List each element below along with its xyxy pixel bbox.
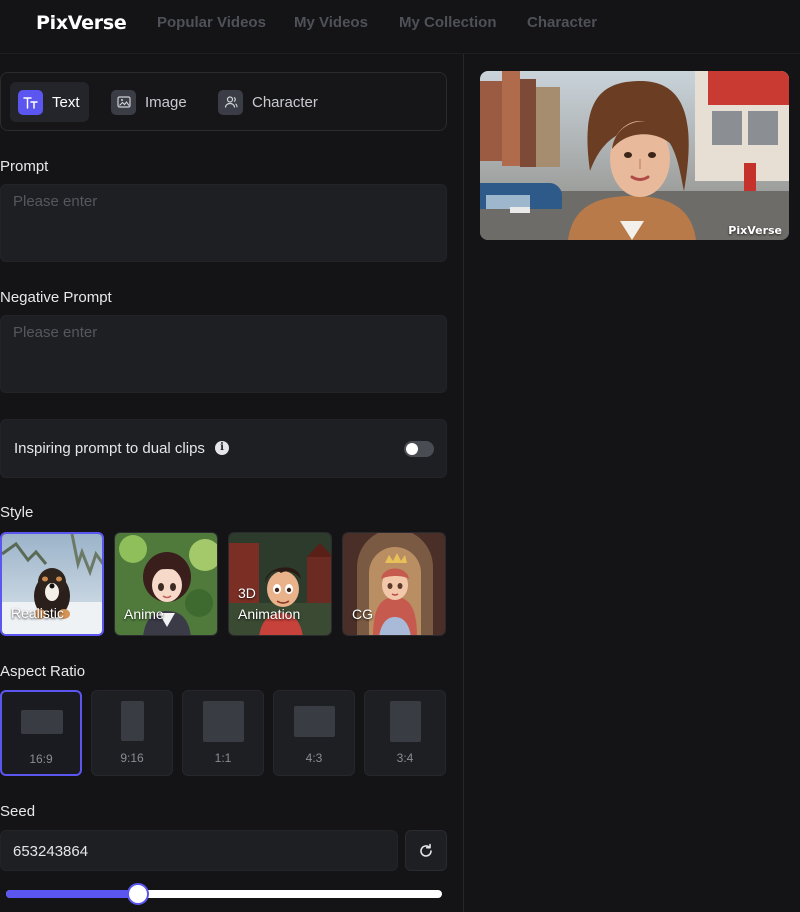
- style-card-label: CG: [352, 606, 373, 622]
- image-icon: [111, 89, 136, 115]
- pixverse-logo[interactable]: PixVerse: [36, 12, 127, 34]
- ratio-shape: [294, 706, 335, 737]
- nav-popular-videos[interactable]: Popular Videos: [157, 14, 266, 31]
- aspect-ratio-label: Aspect Ratio: [0, 663, 86, 680]
- inspiring-prompt-label: Inspiring prompt to dual clips: [14, 440, 205, 457]
- aspect-ratio-3-4[interactable]: 3:4: [364, 690, 446, 776]
- seed-slider-fill: [6, 890, 139, 898]
- aspect-ratio-1-1[interactable]: 1:1: [182, 690, 264, 776]
- style-card-label: Realistic: [11, 605, 64, 621]
- ratio-label: 1:1: [214, 751, 232, 765]
- negative-prompt-input[interactable]: Please enter: [0, 315, 447, 393]
- mode-tab-label: Character: [252, 93, 318, 111]
- pixverse-watermark: PixVerse: [728, 224, 782, 237]
- aspect-ratio-9-16[interactable]: 9:16: [91, 690, 173, 776]
- refresh-icon: [420, 843, 432, 857]
- seed-slider[interactable]: [6, 883, 442, 905]
- nav-my-videos[interactable]: My Videos: [294, 14, 368, 31]
- refresh-seed-button[interactable]: [405, 830, 447, 871]
- negative-prompt-label: Negative Prompt: [0, 289, 112, 306]
- character-icon: [218, 89, 243, 115]
- video-preview[interactable]: PixVerse: [480, 71, 789, 240]
- style-card-label: Anime: [124, 606, 164, 622]
- style-card-realistic[interactable]: Realistic: [0, 532, 104, 636]
- ratio-shape: [121, 701, 144, 741]
- ratio-shape: [390, 701, 421, 742]
- style-card-3d-animation[interactable]: 3D Animation: [228, 532, 332, 636]
- style-card-anime[interactable]: Anime: [114, 532, 218, 636]
- mode-tab-label: Image: [145, 93, 187, 111]
- mode-selector: Text Image Character: [0, 72, 447, 131]
- seed-input[interactable]: 653243864: [0, 830, 398, 871]
- mode-tab-character[interactable]: Character: [210, 82, 327, 122]
- top-navigation-bar: PixVerse Popular Videos My Videos My Col…: [0, 0, 800, 54]
- mode-tab-image[interactable]: Image: [103, 82, 196, 122]
- style-card-cg[interactable]: CG: [342, 532, 446, 636]
- ratio-shape: [21, 710, 63, 734]
- panel-divider: [463, 54, 464, 912]
- ratio-label: 16:9: [29, 752, 53, 766]
- ratio-label: 4:3: [305, 751, 323, 765]
- aspect-ratio-4-3[interactable]: 4:3: [273, 690, 355, 776]
- prompt-input[interactable]: Please enter: [0, 184, 447, 262]
- text-icon: [18, 89, 43, 115]
- nav-character[interactable]: Character: [527, 14, 597, 31]
- style-card-label: 3D Animation: [238, 585, 301, 622]
- seed-slider-handle[interactable]: [127, 883, 150, 905]
- mode-tab-text[interactable]: Text: [10, 82, 89, 122]
- info-icon[interactable]: i: [215, 441, 229, 455]
- aspect-ratio-16-9[interactable]: 16:9: [0, 690, 82, 776]
- prompt-label: Prompt: [0, 158, 49, 175]
- nav-my-collection[interactable]: My Collection: [399, 14, 497, 31]
- ratio-shape: [203, 701, 244, 742]
- mode-tab-label: Text: [52, 93, 80, 111]
- toggle-knob: [406, 443, 418, 455]
- style-label: Style: [0, 504, 34, 521]
- preview-thumbnail: [480, 71, 789, 240]
- seed-label: Seed: [0, 803, 36, 820]
- inspiring-prompt-toggle[interactable]: [404, 441, 434, 457]
- ratio-label: 9:16: [120, 751, 144, 765]
- ratio-label: 3:4: [396, 751, 414, 765]
